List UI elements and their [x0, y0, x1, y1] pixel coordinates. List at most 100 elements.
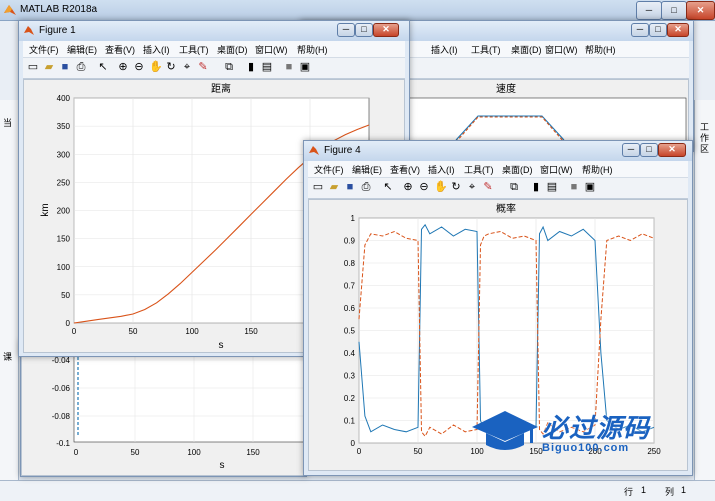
workspace-side-tab[interactable]: 工作区	[694, 100, 715, 480]
figure4-minimize-button[interactable]: ─	[622, 143, 640, 157]
brush-icon[interactable]: ✎	[197, 61, 209, 73]
watermark-brand: 必过源码	[542, 413, 651, 443]
matlab-figure-icon	[24, 25, 34, 35]
status-col-value: 1	[681, 485, 687, 495]
figure1-close-button[interactable]: ✕	[373, 23, 399, 37]
left-panel-label-2: 课	[3, 352, 13, 362]
menu-view[interactable]: 查看(V)	[105, 43, 135, 56]
zoom-in-icon[interactable]: ⊕	[117, 61, 129, 73]
menu-window[interactable]: 窗口(W)	[255, 43, 288, 56]
menu-desktop[interactable]: 桌面(D)	[511, 43, 542, 56]
new-figure-icon[interactable]: ▭	[27, 61, 39, 73]
watermark-url: Biguo100.com	[542, 442, 630, 454]
status-row-value: 1	[641, 485, 647, 495]
figure1-title: Figure 1	[39, 25, 76, 36]
menu-file[interactable]: 文件(F)	[29, 43, 59, 56]
menu-file[interactable]: 文件(F)	[314, 163, 344, 176]
menu-help[interactable]: 帮助(H)	[585, 43, 616, 56]
status-col-label: 列	[665, 487, 675, 497]
colorbar-icon[interactable]: ▮	[245, 61, 257, 73]
xtick-label: 100	[187, 448, 201, 457]
figure4-close-button[interactable]: ✕	[658, 143, 686, 157]
link-plot-icon[interactable]: ⧉	[508, 181, 520, 193]
menu-insert[interactable]: 插入(I)	[428, 163, 455, 176]
rotate-icon[interactable]: ↻	[165, 61, 177, 73]
colorbar-icon[interactable]: ▮	[530, 181, 542, 193]
ytick-label: 250	[57, 178, 71, 187]
save-icon[interactable]: ■	[59, 61, 71, 73]
figure3-canvas: -0.04 -0.06 -0.08 -0.1 0 50 100 150 s	[21, 341, 306, 476]
rotate-icon[interactable]: ↻	[450, 181, 462, 193]
zoom-out-icon[interactable]: ⊖	[133, 61, 145, 73]
open-file-icon[interactable]: ▰	[43, 61, 55, 73]
ytick-label: 0.2	[344, 394, 356, 403]
figure3-window[interactable]: -0.04 -0.06 -0.08 -0.1 0 50 100 150 s	[20, 340, 307, 477]
show-tools-icon[interactable]: ▣	[584, 181, 596, 193]
legend-icon[interactable]: ▤	[546, 181, 558, 193]
legend-icon[interactable]: ▤	[261, 61, 273, 73]
status-bar: 行 1 列 1	[0, 480, 715, 501]
link-plot-icon[interactable]: ⧉	[223, 61, 235, 73]
new-figure-icon[interactable]: ▭	[312, 181, 324, 193]
matlab-title: MATLAB R2018a	[20, 4, 98, 15]
open-file-icon[interactable]: ▰	[328, 181, 340, 193]
ytick-label: 0.1	[344, 417, 356, 426]
left-panel: 当 课	[0, 100, 19, 480]
pan-icon[interactable]: ✋	[434, 181, 448, 193]
figure2-minimize-button[interactable]: ─	[631, 23, 649, 37]
zoom-out-icon[interactable]: ⊖	[418, 181, 430, 193]
matlab-titlebar: MATLAB R2018a ─ □ ✕	[0, 0, 715, 21]
maximize-button[interactable]: □	[661, 1, 687, 20]
figure1-toolbar: ▭ ▰ ■ ⎙ ↖ ⊕ ⊖ ✋ ↻ ⌖ ✎ ⧉ ▮ ▤ ■ ▣	[23, 57, 405, 79]
pointer-icon[interactable]: ↖	[382, 181, 394, 193]
menu-tools[interactable]: 工具(T)	[179, 43, 209, 56]
menu-desktop[interactable]: 桌面(D)	[217, 43, 248, 56]
figure3-xlabel: s	[220, 460, 225, 471]
figure2-close-button[interactable]: ✕	[667, 23, 689, 37]
brush-icon[interactable]: ✎	[482, 181, 494, 193]
xtick-label: 50	[131, 448, 140, 457]
ytick-label: 100	[57, 263, 71, 272]
figure1-maximize-button[interactable]: □	[355, 23, 373, 37]
close-button[interactable]: ✕	[686, 1, 715, 20]
save-icon[interactable]: ■	[344, 181, 356, 193]
menu-window[interactable]: 窗口(W)	[545, 43, 578, 56]
menu-edit[interactable]: 编辑(E)	[67, 43, 97, 56]
menu-tools[interactable]: 工具(T)	[471, 43, 501, 56]
figure3-plot: -0.04 -0.06 -0.08 -0.1 0 50 100 150 s	[52, 341, 305, 471]
xtick-label: 150	[244, 327, 258, 336]
ytick-label: 200	[57, 207, 71, 216]
ytick-label: 0.9	[344, 237, 356, 246]
menu-help[interactable]: 帮助(H)	[582, 163, 613, 176]
hide-tools-icon[interactable]: ■	[283, 61, 295, 73]
zoom-in-icon[interactable]: ⊕	[402, 181, 414, 193]
print-icon[interactable]: ⎙	[75, 61, 87, 73]
menu-view[interactable]: 查看(V)	[390, 163, 420, 176]
menu-edit[interactable]: 编辑(E)	[352, 163, 382, 176]
pointer-icon[interactable]: ↖	[97, 61, 109, 73]
figure1-minimize-button[interactable]: ─	[337, 23, 355, 37]
data-cursor-icon[interactable]: ⌖	[181, 61, 193, 73]
figure2-maximize-button[interactable]: □	[649, 23, 667, 37]
menu-help[interactable]: 帮助(H)	[297, 43, 328, 56]
xtick-label: 0	[72, 327, 77, 336]
ytick-label: 0	[351, 439, 356, 448]
left-panel-label: 当	[3, 118, 13, 128]
figure4-maximize-button[interactable]: □	[640, 143, 658, 157]
print-icon[interactable]: ⎙	[360, 181, 372, 193]
hide-tools-icon[interactable]: ■	[568, 181, 580, 193]
show-tools-icon[interactable]: ▣	[299, 61, 311, 73]
menu-tools[interactable]: 工具(T)	[464, 163, 494, 176]
xtick-label: 0	[74, 448, 79, 457]
pan-icon[interactable]: ✋	[149, 61, 163, 73]
figure1-titlebar: Figure 1 ─ □ ✕	[19, 21, 409, 41]
ytick-label: -0.08	[52, 412, 71, 421]
minimize-button[interactable]: ─	[636, 1, 662, 20]
xtick-label: 0	[357, 447, 362, 456]
workspace-side-label: 工作区	[700, 122, 710, 154]
menu-window[interactable]: 窗口(W)	[540, 163, 573, 176]
data-cursor-icon[interactable]: ⌖	[466, 181, 478, 193]
menu-insert[interactable]: 插入(I)	[143, 43, 170, 56]
menu-desktop[interactable]: 桌面(D)	[502, 163, 533, 176]
menu-insert[interactable]: 插入(I)	[431, 43, 458, 56]
